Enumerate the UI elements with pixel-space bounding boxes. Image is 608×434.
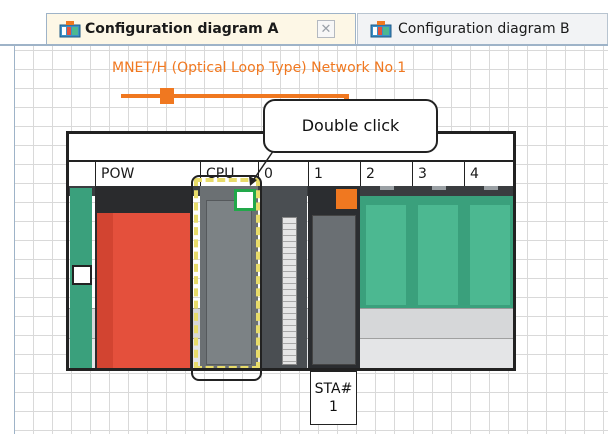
network-node[interactable] [160, 88, 174, 104]
network-line[interactable] [121, 94, 349, 98]
tab-strip: Configuration diagram A ✕ Configuration … [0, 0, 608, 44]
diagram-icon [59, 21, 81, 38]
tab-label: Configuration diagram A [85, 21, 279, 37]
station-number: 1 [329, 399, 338, 415]
configuration-diagram-window: Configuration diagram A ✕ Configuration … [0, 0, 608, 434]
station-label-prefix: STA# [314, 381, 353, 397]
tab-label: Configuration diagram B [398, 21, 570, 37]
tab-configuration-diagram-a[interactable]: Configuration diagram A ✕ [46, 13, 356, 44]
network-label[interactable]: MNET/H (Optical Loop Type) Network No.1 [112, 60, 406, 76]
station-label: STA# 1 [310, 371, 357, 425]
close-icon[interactable]: ✕ [317, 20, 335, 38]
double-click-callout: Double click [263, 99, 438, 153]
main-base-rack [66, 131, 516, 371]
diagram-icon [370, 21, 392, 38]
tab-configuration-diagram-b[interactable]: Configuration diagram B [357, 13, 608, 44]
